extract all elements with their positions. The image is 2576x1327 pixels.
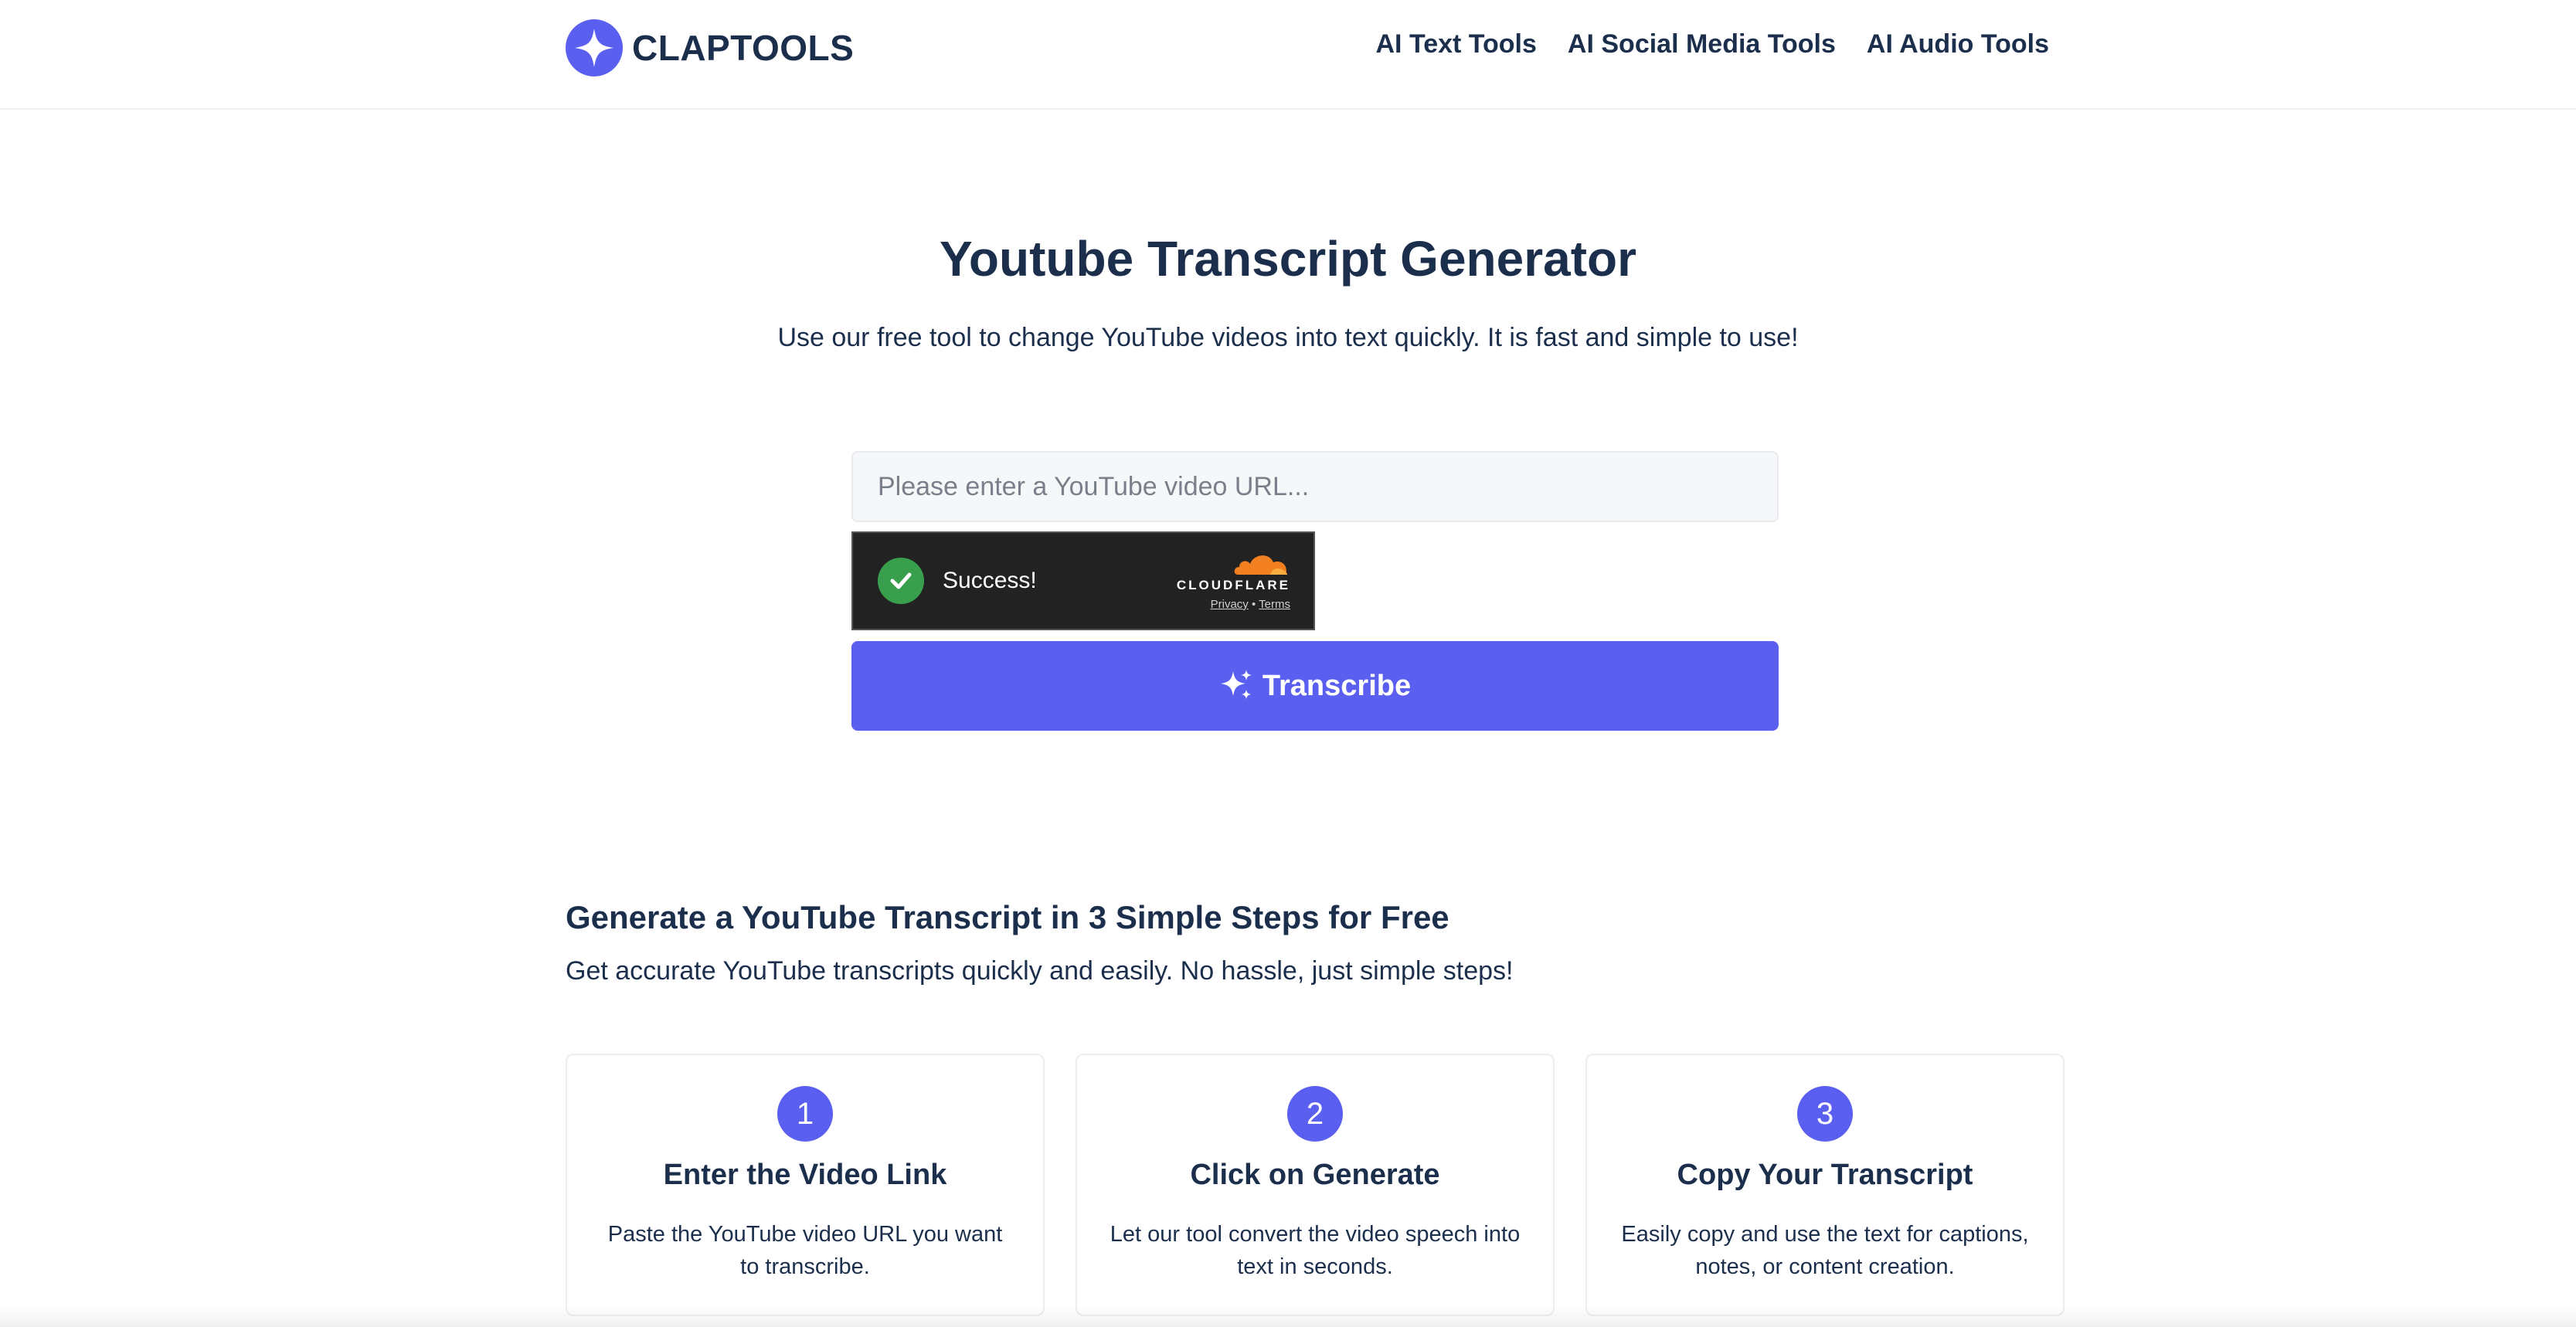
- step-description: Paste the YouTube video URL you want to …: [607, 1222, 1003, 1279]
- youtube-url-input[interactable]: [851, 451, 1779, 522]
- cloudflare-branding: CLOUDFLARE Privacy • Terms: [1174, 550, 1290, 611]
- nav-ai-text-tools[interactable]: AI Text Tools: [1376, 29, 1537, 59]
- steps-section-subtitle: Get accurate YouTube transcripts quickly…: [566, 956, 1514, 986]
- page-title: Youtube Transcript Generator: [939, 231, 1637, 287]
- step-number-badge: 2: [1287, 1086, 1343, 1142]
- sparkle-logo-icon: [566, 19, 623, 76]
- page-bottom-shadow: [0, 1305, 2576, 1327]
- step-card: 2 Click on Generate Let our tool convert…: [1076, 1054, 1555, 1316]
- nav-ai-social-media-tools[interactable]: AI Social Media Tools: [1568, 29, 1836, 59]
- site-header: CLAPTOOLS AI Text Tools AI Social Media …: [0, 0, 2576, 110]
- cloudflare-captcha-widget: Success! CLOUDFLARE Privacy • Terms: [851, 531, 1315, 630]
- transcribe-button[interactable]: Transcribe: [851, 641, 1779, 731]
- cloudflare-cloud-icon: [1234, 555, 1287, 575]
- step-title: Click on Generate: [1190, 1159, 1440, 1191]
- privacy-link[interactable]: Privacy: [1211, 598, 1249, 611]
- nav-ai-audio-tools[interactable]: AI Audio Tools: [1867, 29, 2049, 59]
- main-nav: AI Text Tools AI Social Media Tools AI A…: [1376, 29, 2050, 59]
- terms-link[interactable]: Terms: [1259, 598, 1290, 611]
- captcha-status: Success!: [943, 568, 1037, 593]
- step-card: 1 Enter the Video Link Paste the YouTube…: [566, 1054, 1045, 1316]
- step-description: Easily copy and use the text for caption…: [1621, 1222, 2029, 1279]
- sparkles-icon: [1219, 668, 1253, 704]
- step-number-badge: 3: [1797, 1086, 1853, 1142]
- steps-section-title: Generate a YouTube Transcript in 3 Simpl…: [566, 899, 1449, 935]
- step-card: 3 Copy Your Transcript Easily copy and u…: [1585, 1054, 2065, 1316]
- captcha-links: Privacy • Terms: [1174, 598, 1290, 611]
- checkmark-icon: [878, 558, 924, 604]
- page-subtitle: Use our free tool to change YouTube vide…: [777, 323, 1799, 352]
- step-description: Let our tool convert the video speech in…: [1110, 1222, 1521, 1279]
- logo[interactable]: CLAPTOOLS: [566, 19, 854, 77]
- step-title: Copy Your Transcript: [1677, 1159, 1973, 1191]
- link-separator: •: [1251, 598, 1256, 611]
- step-title: Enter the Video Link: [663, 1159, 947, 1191]
- brand-name: CLAPTOOLS: [632, 28, 855, 68]
- cloudflare-wordmark: CLOUDFLARE: [1176, 578, 1290, 592]
- transcribe-button-label: Transcribe: [1262, 669, 1412, 702]
- step-number-badge: 1: [777, 1086, 833, 1142]
